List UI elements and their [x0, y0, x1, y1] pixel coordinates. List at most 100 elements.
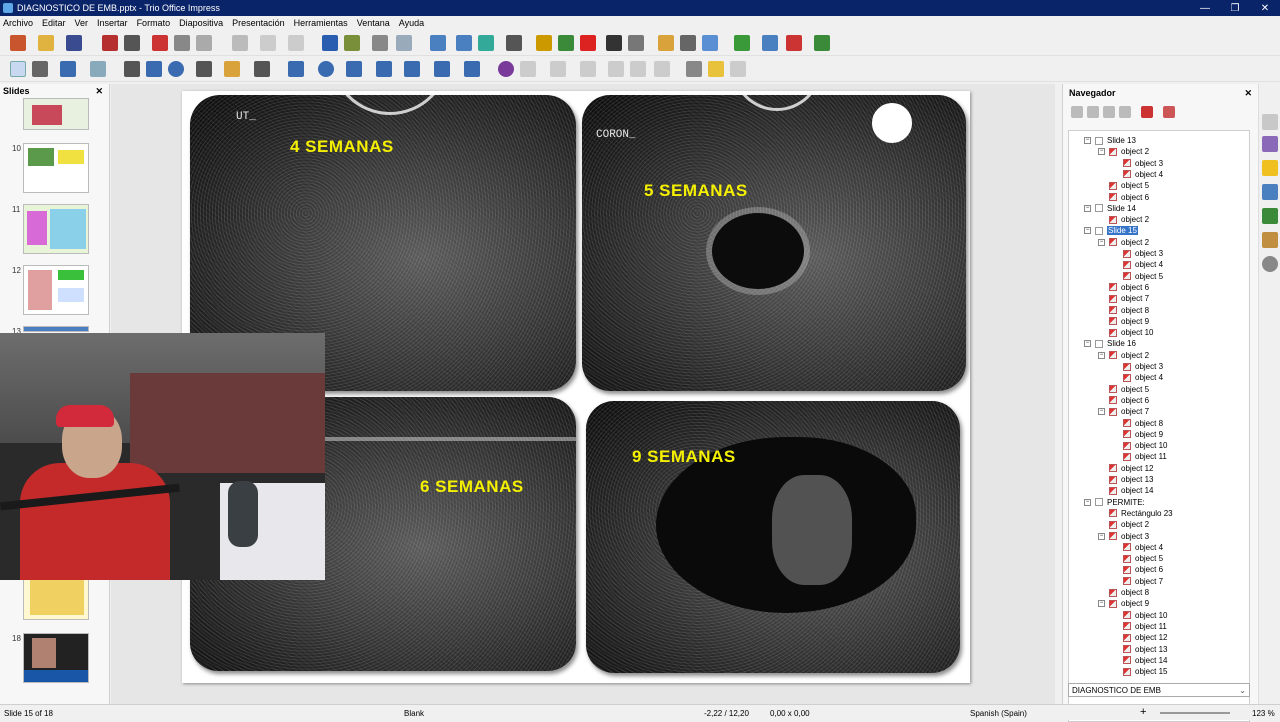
navigator-tree-item[interactable]: object 8: [1109, 305, 1149, 316]
navigator-tree-item[interactable]: object 4: [1123, 372, 1163, 383]
navigator-tree-item[interactable]: object 5: [1123, 271, 1163, 282]
navigator-tree-item[interactable]: object 4: [1123, 542, 1163, 553]
print-icon[interactable]: [124, 35, 140, 51]
navigator-tree-item[interactable]: object 5: [1109, 180, 1149, 191]
fontwork-icon[interactable]: [658, 35, 674, 51]
tree-expander-icon[interactable]: −: [1084, 227, 1091, 235]
slide-thumbnail-18[interactable]: [23, 633, 89, 683]
navigator-tree-item[interactable]: object 5: [1109, 384, 1149, 395]
navigator-tree-item[interactable]: object 2: [1109, 519, 1149, 530]
slide-transition-icon[interactable]: [1262, 136, 1278, 152]
navigator-tree-item[interactable]: object 5: [1123, 553, 1163, 564]
export-pdf-icon[interactable]: [102, 35, 118, 51]
navigator-tree-item[interactable]: − Slide 15: [1084, 225, 1138, 236]
menu-editar[interactable]: Editar: [42, 18, 66, 28]
rectangle-icon[interactable]: [146, 61, 162, 77]
media-icon[interactable]: [580, 35, 596, 51]
master-slides-icon[interactable]: [1262, 184, 1278, 200]
ultrasound-image-5-weeks[interactable]: CORON_ 5 SEMANAS: [582, 95, 966, 391]
menu-archivo[interactable]: Archivo: [3, 18, 33, 28]
navigator-tree-item[interactable]: object 11: [1123, 451, 1167, 462]
clone-formatting-icon[interactable]: [232, 35, 248, 51]
stars-icon[interactable]: [434, 61, 450, 77]
spellcheck-icon[interactable]: [344, 35, 360, 51]
navigator-tree-item[interactable]: object 7: [1123, 576, 1163, 587]
navigator-tree-item[interactable]: object 6: [1109, 192, 1149, 203]
delete-slide-icon[interactable]: [786, 35, 802, 51]
tree-expander-icon[interactable]: −: [1084, 137, 1091, 144]
tree-expander-icon[interactable]: −: [1084, 204, 1091, 212]
navigator-tree-item[interactable]: Rectángulo 23: [1109, 508, 1173, 519]
minimize-button[interactable]: —: [1190, 3, 1220, 14]
tree-expander-icon[interactable]: −: [1098, 600, 1105, 608]
styles-icon[interactable]: [1262, 208, 1278, 224]
navigator-tree-item[interactable]: object 9: [1109, 316, 1149, 327]
menu-diapositiva[interactable]: Diapositiva: [179, 18, 223, 28]
menu-ventana[interactable]: Ventana: [357, 18, 390, 28]
hyperlink-icon[interactable]: [680, 35, 696, 51]
navigator-tree-item[interactable]: object 15: [1123, 666, 1167, 677]
tree-expander-icon[interactable]: −: [1084, 498, 1091, 506]
slide-thumbnail-11[interactable]: [23, 204, 89, 254]
navigator-tree-item[interactable]: − PERMITE:: [1084, 497, 1145, 508]
slide-thumbnail-13[interactable]: [23, 326, 89, 332]
navigator-tree-item[interactable]: object 10: [1109, 327, 1153, 338]
maximize-button[interactable]: ❐: [1220, 3, 1250, 14]
tree-expander-icon[interactable]: −: [1098, 351, 1105, 359]
slide-thumbnail-10[interactable]: [23, 143, 89, 193]
tree-expander-icon[interactable]: −: [1098, 532, 1105, 540]
chart-icon[interactable]: [558, 35, 574, 51]
tree-expander-icon[interactable]: −: [1098, 238, 1105, 246]
navigator-tree-item[interactable]: object 8: [1123, 418, 1163, 429]
save-icon[interactable]: [66, 35, 82, 51]
navigator-tree-item[interactable]: object 6: [1109, 395, 1149, 406]
arrange-icon[interactable]: [550, 61, 566, 77]
navigator-tree-item[interactable]: − Slide 16: [1084, 338, 1136, 349]
callouts-icon[interactable]: [404, 61, 420, 77]
navigator-tree-item[interactable]: − object 3: [1098, 531, 1149, 542]
navigator-tree-item[interactable]: object 12: [1109, 463, 1153, 474]
duplicate-slide-icon[interactable]: [762, 35, 778, 51]
master-slide-icon[interactable]: [430, 35, 446, 51]
navigator-tree-item[interactable]: object 8: [1109, 587, 1149, 598]
block-arrows-icon[interactable]: [346, 61, 362, 77]
menu-formato[interactable]: Formato: [137, 18, 171, 28]
navigator-tree-item[interactable]: object 14: [1123, 655, 1167, 666]
start-presentation-icon[interactable]: [456, 35, 472, 51]
display-views-icon[interactable]: [396, 35, 412, 51]
ultrasound-image-9-weeks[interactable]: 9 SEMANAS: [586, 401, 960, 673]
find-replace-icon[interactable]: [322, 35, 338, 51]
menu-insertar[interactable]: Insertar: [97, 18, 128, 28]
slide-thumbnail-12[interactable]: [23, 265, 89, 315]
next-slide-icon[interactable]: [1103, 106, 1115, 118]
navigator-tree-item[interactable]: − object 9: [1098, 598, 1149, 609]
navigator-tree-item[interactable]: object 14: [1109, 485, 1153, 496]
new-document-icon[interactable]: [10, 35, 26, 51]
menu-presentacion[interactable]: Presentación: [232, 18, 285, 28]
navigator-tree-item[interactable]: object 10: [1123, 610, 1167, 621]
redo-icon[interactable]: [288, 35, 304, 51]
basic-shapes-icon[interactable]: [288, 61, 304, 77]
new-slide-icon[interactable]: [734, 35, 750, 51]
zoom-icon[interactable]: [32, 61, 48, 77]
first-slide-icon[interactable]: [1071, 106, 1083, 118]
open-folder-icon[interactable]: [38, 35, 54, 51]
presentation-current-icon[interactable]: [478, 35, 494, 51]
navigator-tree-item[interactable]: − object 2: [1098, 350, 1149, 361]
slides-panel-close-icon[interactable]: ✕: [95, 86, 103, 97]
cut-icon[interactable]: [152, 35, 168, 51]
slide-thumbnail-17[interactable]: [23, 574, 89, 620]
navigator-tree-item[interactable]: object 13: [1109, 474, 1153, 485]
navigator-tree-item[interactable]: − object 7: [1098, 406, 1149, 417]
navigator-tree-item[interactable]: object 4: [1123, 169, 1163, 180]
navigator-tree-item[interactable]: object 12: [1123, 632, 1167, 643]
navigator-icon[interactable]: [1262, 256, 1278, 272]
table-icon[interactable]: [506, 35, 522, 51]
align-icon[interactable]: [520, 61, 536, 77]
drag-mode-icon[interactable]: [1141, 106, 1153, 118]
navigator-tree-item[interactable]: − object 2: [1098, 237, 1149, 248]
navigator-tree-item[interactable]: object 11: [1123, 621, 1167, 632]
filter-icon[interactable]: [654, 61, 670, 77]
glue-points-icon[interactable]: [708, 61, 724, 77]
3d-objects-icon[interactable]: [464, 61, 480, 77]
